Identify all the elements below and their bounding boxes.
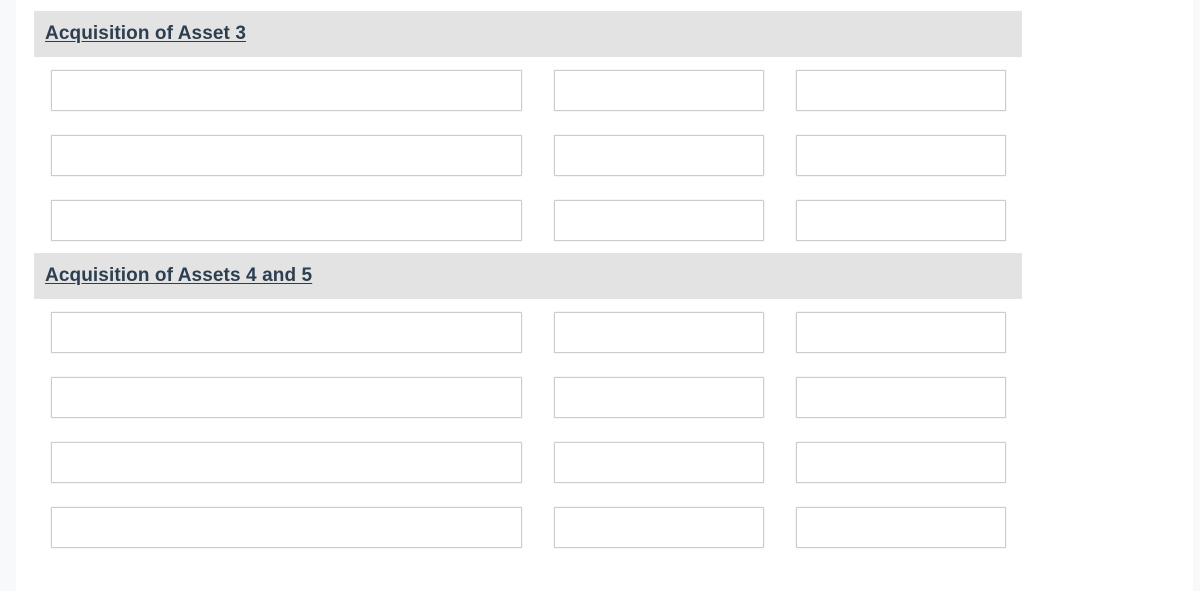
form-row [16,122,1193,187]
section-header-asset-3: Acquisition of Asset 3 [34,11,1022,57]
section-rows-asset-3 [16,57,1193,252]
form-row [16,494,1193,559]
input-assets45-row4-field3[interactable] [796,507,1006,548]
input-assets45-row2-field1[interactable] [51,377,522,418]
input-asset3-row1-field1[interactable] [51,70,522,111]
form-row [16,429,1193,494]
input-assets45-row1-field3[interactable] [796,312,1006,353]
input-assets45-row3-field1[interactable] [51,442,522,483]
section-title-assets-4-and-5: Acquisition of Assets 4 and 5 [45,265,313,286]
section-title-asset-3: Acquisition of Asset 3 [45,23,247,44]
form-row [16,364,1193,429]
input-assets45-row3-field3[interactable] [796,442,1006,483]
input-assets45-row3-field2[interactable] [554,442,764,483]
input-asset3-row2-field3[interactable] [796,135,1006,176]
input-asset3-row3-field2[interactable] [554,200,764,241]
page-root: Acquisition of Asset 3 Acquisition of As… [0,0,1200,591]
input-asset3-row3-field1[interactable] [51,200,522,241]
input-assets45-row2-field3[interactable] [796,377,1006,418]
input-assets45-row4-field1[interactable] [51,507,522,548]
form-row [16,57,1193,122]
input-assets45-row2-field2[interactable] [554,377,764,418]
section-header-assets-4-and-5: Acquisition of Assets 4 and 5 [34,253,1022,299]
input-assets45-row1-field2[interactable] [554,312,764,353]
input-asset3-row1-field2[interactable] [554,70,764,111]
input-assets45-row1-field1[interactable] [51,312,522,353]
input-asset3-row2-field1[interactable] [51,135,522,176]
input-asset3-row3-field3[interactable] [796,200,1006,241]
form-row [16,299,1193,364]
input-assets45-row4-field2[interactable] [554,507,764,548]
form-row [16,187,1193,252]
input-asset3-row2-field2[interactable] [554,135,764,176]
section-rows-assets-4-and-5 [16,299,1193,559]
input-asset3-row1-field3[interactable] [796,70,1006,111]
form-content-card: Acquisition of Asset 3 Acquisition of As… [16,0,1193,591]
